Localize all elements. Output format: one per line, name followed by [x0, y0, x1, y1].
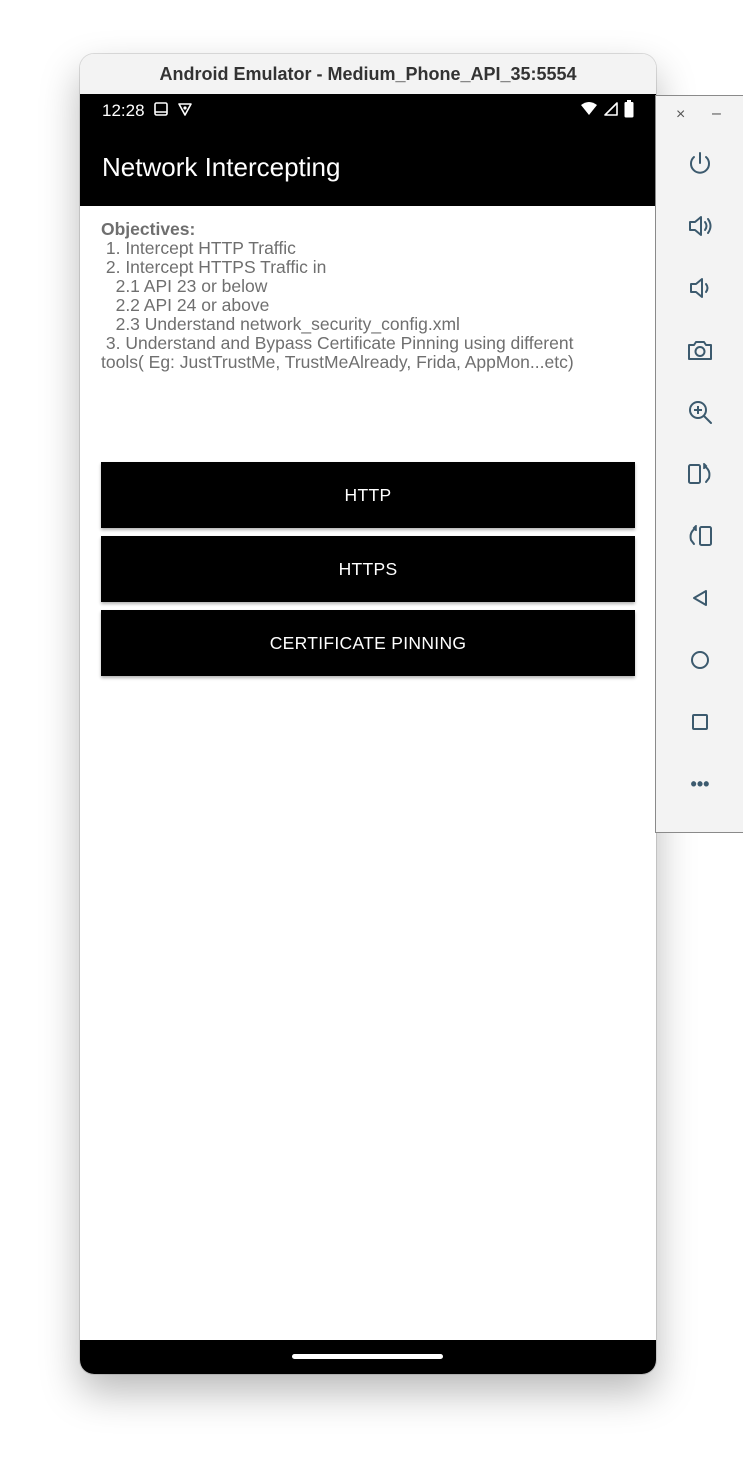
home-gesture-handle[interactable]	[292, 1354, 443, 1359]
objective-line: 3. Understand and Bypass Certificate Pin…	[101, 333, 574, 353]
gesture-nav-bar	[80, 1340, 656, 1374]
objective-line: 2. Intercept HTTPS Traffic in	[101, 257, 327, 277]
emulator-side-toolbar: × – •••	[655, 95, 743, 833]
zoom-in-icon[interactable]	[678, 390, 722, 434]
back-icon[interactable]	[678, 576, 722, 620]
window-title: Android Emulator - Medium_Phone_API_35:5…	[159, 63, 577, 84]
objective-line: tools( Eg: JustTrustMe, TrustMeAlready, …	[101, 352, 574, 372]
rotate-left-icon[interactable]	[678, 514, 722, 558]
window-title-bar[interactable]: Android Emulator - Medium_Phone_API_35:5…	[80, 54, 656, 94]
minimize-icon[interactable]: –	[712, 105, 721, 123]
volume-up-icon[interactable]	[678, 204, 722, 248]
overview-icon[interactable]	[678, 700, 722, 744]
battery-icon	[624, 99, 634, 123]
objective-line: 1. Intercept HTTP Traffic	[101, 238, 296, 258]
more-options-icon[interactable]: •••	[678, 762, 722, 806]
status-time: 12:28	[102, 101, 145, 120]
home-icon[interactable]	[678, 638, 722, 682]
volume-down-icon[interactable]	[678, 266, 722, 310]
screenshot-notification-icon	[153, 101, 169, 122]
power-icon[interactable]	[678, 142, 722, 186]
objectives-text: Objectives: 1. Intercept HTTP Traffic 2.…	[101, 220, 641, 372]
rotate-right-icon[interactable]	[678, 452, 722, 496]
http-button[interactable]: HTTP	[101, 462, 635, 528]
objective-line: 2.1 API 23 or below	[101, 276, 268, 296]
emulator-window: Android Emulator - Medium_Phone_API_35:5…	[80, 54, 656, 1374]
certificate-pinning-button[interactable]: CERTIFICATE PINNING	[101, 610, 635, 676]
cell-signal-icon	[604, 101, 618, 122]
app-bar: Network Intercepting	[80, 128, 656, 206]
objective-line: 2.3 Understand network_security_config.x…	[101, 314, 460, 334]
https-button[interactable]: HTTPS	[101, 536, 635, 602]
objective-line: 2.2 API 24 or above	[101, 295, 270, 315]
close-icon[interactable]: ×	[676, 106, 685, 124]
status-bar: 12:28	[80, 94, 656, 128]
objectives-heading: Objectives:	[101, 219, 196, 239]
app-title: Network Intercepting	[102, 151, 341, 182]
vpn-shield-icon	[177, 101, 193, 122]
wifi-icon	[580, 101, 598, 122]
app-content: Objectives: 1. Intercept HTTP Traffic 2.…	[80, 206, 656, 1340]
camera-icon[interactable]	[678, 328, 722, 372]
